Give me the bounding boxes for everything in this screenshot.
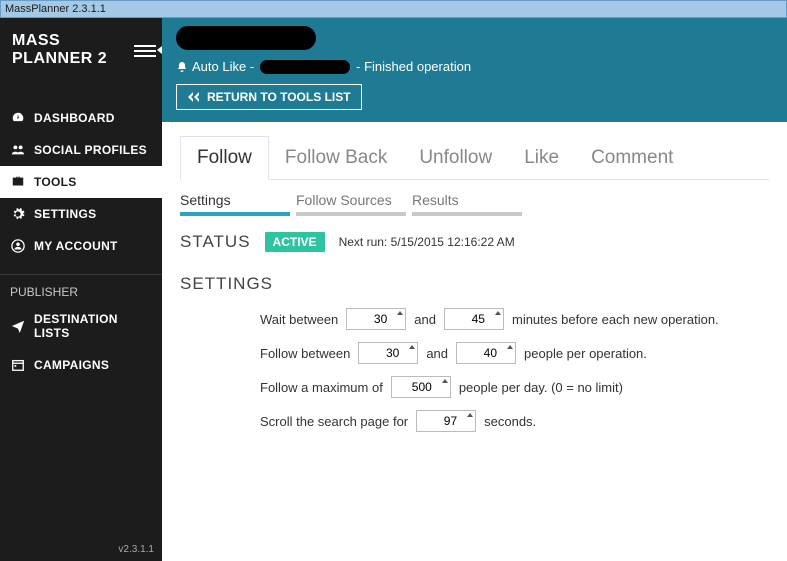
sidebar-item-label: TOOLS	[34, 175, 77, 189]
tab-follow-back[interactable]: Follow Back	[269, 137, 403, 179]
sidebar-item-label: CAMPAIGNS	[34, 358, 109, 372]
sidebar-section-publisher: PUBLISHER	[0, 274, 162, 303]
setting-wait-between: Wait between and minutes before each new…	[260, 308, 769, 330]
users-icon	[10, 143, 26, 157]
user-circle-icon	[10, 239, 26, 253]
return-to-tools-button[interactable]: RETURN TO TOOLS LIST	[176, 84, 362, 110]
status-label: STATUS	[180, 232, 251, 252]
setting-label: Follow between	[260, 346, 350, 361]
chevrons-left-icon	[187, 92, 201, 102]
subtab-settings[interactable]: Settings	[180, 188, 290, 216]
sidebar-item-label: SETTINGS	[34, 207, 96, 221]
subtab-results[interactable]: Results	[412, 188, 522, 216]
return-button-label: RETURN TO TOOLS LIST	[207, 90, 351, 104]
sidebar-item-campaigns[interactable]: CAMPAIGNS	[0, 349, 162, 381]
briefcase-icon	[10, 175, 26, 189]
setting-label: Scroll the search page for	[260, 414, 408, 429]
send-icon	[10, 319, 26, 333]
auto-like-prefix: Auto Like -	[192, 59, 254, 74]
gear-icon	[10, 207, 26, 221]
tab-comment[interactable]: Comment	[575, 137, 689, 179]
tab-unfollow[interactable]: Unfollow	[403, 137, 508, 179]
wait-from-input[interactable]	[346, 308, 406, 330]
status-badge: ACTIVE	[265, 232, 325, 252]
sidebar-item-tools[interactable]: TOOLS	[0, 166, 162, 198]
next-run-text: Next run: 5/15/2015 12:16:22 AM	[339, 235, 515, 249]
setting-suffix: minutes before each new operation.	[512, 312, 719, 327]
window-titlebar: MassPlanner 2.3.1.1	[0, 0, 787, 18]
tabs-main: Follow Follow Back Unfollow Like Comment	[180, 136, 769, 180]
page-header: Auto Like - - Finished operation RETURN …	[162, 18, 787, 122]
sidebar-item-label: DESTINATION LISTS	[34, 312, 152, 340]
sidebar-item-settings[interactable]: SETTINGS	[0, 198, 162, 230]
follow-to-input[interactable]	[456, 342, 516, 364]
setting-suffix: people per day. (0 = no limit)	[459, 380, 623, 395]
settings-heading: SETTINGS	[180, 274, 769, 294]
wait-to-input[interactable]	[444, 308, 504, 330]
sidebar: MASS PLANNER 2 DASHBOARD SOCIAL PROFILES…	[0, 18, 162, 561]
redacted-account-name	[176, 26, 316, 50]
subtab-follow-sources[interactable]: Follow Sources	[296, 188, 406, 216]
sidebar-item-label: SOCIAL PROFILES	[34, 143, 147, 157]
window-title: MassPlanner 2.3.1.1	[5, 3, 106, 15]
bell-icon	[176, 61, 188, 73]
version-label: v2.3.1.1	[118, 544, 154, 555]
setting-follow-between: Follow between and people per operation.	[260, 342, 769, 364]
app-logo: MASS PLANNER 2	[12, 32, 107, 68]
redacted-profile	[260, 60, 350, 74]
setting-label: Follow a maximum of	[260, 380, 383, 395]
setting-label: Wait between	[260, 312, 338, 327]
sidebar-item-dashboard[interactable]: DASHBOARD	[0, 102, 162, 134]
sidebar-item-label: MY ACCOUNT	[34, 239, 118, 253]
setting-scroll: Scroll the search page for seconds.	[260, 410, 769, 432]
menu-toggle-icon[interactable]	[134, 42, 156, 58]
sidebar-item-label: DASHBOARD	[34, 111, 115, 125]
follow-from-input[interactable]	[358, 342, 418, 364]
logo-line2: PLANNER 2	[12, 50, 107, 68]
setting-suffix: people per operation.	[524, 346, 647, 361]
and-label: and	[414, 312, 436, 327]
auto-like-suffix: - Finished operation	[356, 59, 471, 74]
and-label: and	[426, 346, 448, 361]
sidebar-item-destination-lists[interactable]: DESTINATION LISTS	[0, 303, 162, 349]
tab-like[interactable]: Like	[508, 137, 575, 179]
setting-suffix: seconds.	[484, 414, 536, 429]
tabs-sub: Settings Follow Sources Results	[180, 188, 769, 216]
logo-line1: MASS	[12, 32, 107, 50]
speedometer-icon	[10, 111, 26, 125]
follow-max-input[interactable]	[391, 376, 451, 398]
sidebar-item-social-profiles[interactable]: SOCIAL PROFILES	[0, 134, 162, 166]
scroll-seconds-input[interactable]	[416, 410, 476, 432]
setting-follow-max: Follow a maximum of people per day. (0 =…	[260, 376, 769, 398]
sidebar-item-my-account[interactable]: MY ACCOUNT	[0, 230, 162, 262]
tab-follow[interactable]: Follow	[180, 136, 269, 180]
calendar-icon	[10, 358, 26, 372]
